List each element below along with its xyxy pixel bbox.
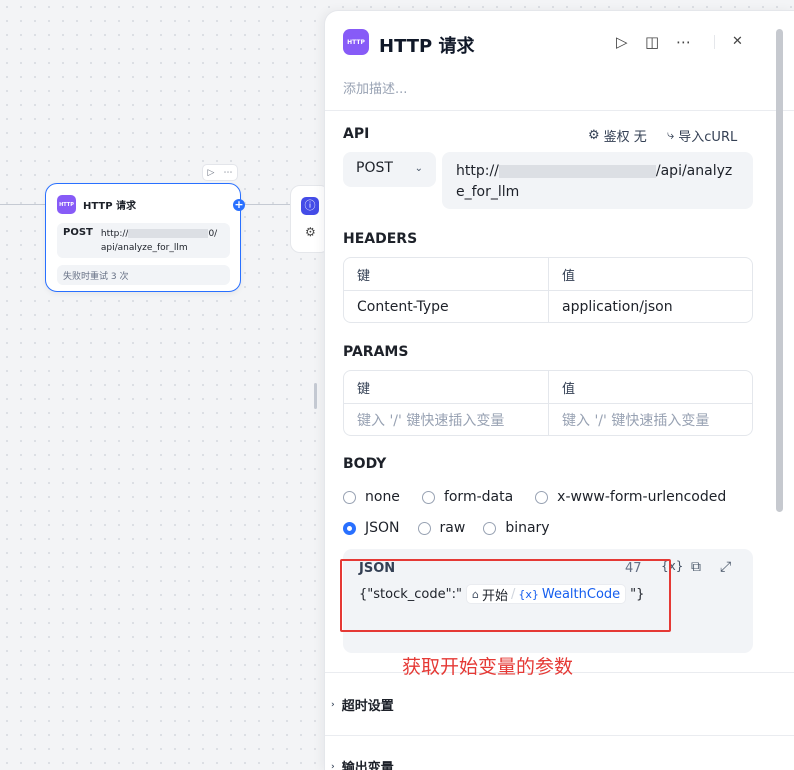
http-logo-icon: HTTP (343, 29, 369, 55)
expand-icon[interactable]: ⤢ (720, 559, 731, 575)
params-table: 键 值 键入 '/' 键快速插入变量 键入 '/' 键快速插入变量 (343, 370, 753, 436)
radio-circle (417, 521, 431, 535)
node-toolbar: ▷ ⋯ (202, 164, 238, 181)
annotation-highlight-box (340, 559, 671, 632)
settings-icon: ⚙ (305, 225, 316, 239)
http-request-node[interactable]: HTTP HTTP 请求 POST http://0/api/analyze_f… (45, 183, 241, 292)
docs-icon[interactable]: ◫ (645, 33, 659, 51)
redacted-host (498, 164, 656, 178)
chevron-right-icon: › (331, 761, 335, 770)
panel-resize-handle[interactable] (314, 383, 317, 409)
header-divider (714, 35, 715, 49)
radio-label: form-data (443, 489, 514, 505)
import-icon: ⤷ (667, 128, 675, 143)
radio-label: none (365, 489, 400, 505)
radio-label: binary (505, 520, 550, 536)
chevron-down-icon: ⌄ (414, 163, 423, 174)
table-row: Content-Type application/json (344, 290, 752, 322)
close-icon[interactable]: ✕ (732, 33, 743, 51)
panel-title[interactable]: HTTP 请求 (379, 32, 475, 58)
annotation-text: 获取开始变量的参数 (402, 656, 574, 678)
incoming-edge (0, 204, 45, 205)
output-variables-toggle[interactable]: › 输出变量 (331, 757, 394, 770)
import-label: 导入cURL (678, 130, 738, 145)
divider (325, 110, 794, 111)
header-value-input[interactable]: application/json (548, 291, 752, 322)
headers-label: HEADERS (343, 231, 418, 247)
body-type-row-2: JSON raw binary (343, 520, 550, 536)
params-label: PARAMS (343, 344, 409, 360)
timeout-settings-toggle[interactable]: › 超时设置 (331, 695, 394, 714)
url-prefix: http:// (456, 163, 499, 179)
gear-icon: ⚙ (588, 128, 600, 143)
table-header-row: 键 值 (344, 371, 752, 403)
auth-button[interactable]: ⚙ 鉴权 无 (588, 126, 647, 145)
radio-circle (483, 521, 497, 535)
import-curl-button[interactable]: ⤷ 导入cURL (667, 126, 737, 145)
body-label: BODY (343, 456, 387, 472)
node-header: HTTP HTTP 请求 (57, 195, 136, 214)
http-logo-icon: HTTP (57, 195, 76, 214)
radio-circle (535, 490, 549, 504)
param-key-input[interactable]: 键入 '/' 键快速插入变量 (344, 404, 548, 435)
info-icon: ⓘ (301, 197, 319, 215)
radio-binary[interactable]: binary (483, 520, 550, 536)
body-type-row-1: none form-data x-www-form-urlencoded (343, 489, 726, 505)
radio-circle (421, 490, 435, 504)
node-retry-info: 失败时重试 3 次 (57, 265, 230, 285)
url-input[interactable]: http:///api/analyze_for_llm (442, 152, 753, 209)
radio-label: x-www-form-urlencoded (557, 489, 727, 505)
run-icon[interactable]: ▷ (616, 33, 628, 51)
key-column-header: 键 (357, 381, 371, 397)
copy-icon[interactable]: ⧉ (691, 559, 701, 575)
radio-circle (343, 490, 356, 504)
header-key-input[interactable]: Content-Type (344, 291, 548, 322)
radio-label: JSON (365, 520, 400, 536)
node-url: http://0/api/analyze_for_llm (101, 227, 221, 254)
node-api-summary: POST http://0/api/analyze_for_llm (57, 223, 230, 258)
more-icon[interactable]: ⋯ (676, 33, 691, 51)
method-select[interactable]: POST ⌄ (343, 152, 436, 187)
redacted-host (128, 229, 209, 238)
node-method: POST (63, 227, 93, 238)
node-url-prefix: http:// (100, 229, 129, 239)
value-column-header: 值 (548, 258, 752, 290)
method-value: POST (356, 160, 393, 176)
node-more-icon[interactable]: ⋯ (223, 168, 232, 178)
output-label: 输出变量 (341, 761, 394, 770)
timeout-label: 超时设置 (341, 699, 394, 714)
table-header-row: 键 值 (344, 258, 752, 290)
api-label: API (343, 126, 370, 142)
radio-raw[interactable]: raw (417, 520, 466, 536)
auth-label: 鉴权 无 (603, 130, 647, 145)
radio-x-www-form-urlencoded[interactable]: x-www-form-urlencoded (535, 489, 726, 505)
radio-label: raw (439, 520, 466, 536)
add-node-plus-icon[interactable]: + (233, 199, 245, 211)
value-column-header: 值 (548, 371, 752, 403)
radio-form-data[interactable]: form-data (421, 489, 514, 505)
table-row: 键入 '/' 键快速插入变量 键入 '/' 键快速插入变量 (344, 403, 752, 435)
divider (325, 735, 794, 736)
param-value-input[interactable]: 键入 '/' 键快速插入变量 (548, 404, 752, 435)
radio-none[interactable]: none (343, 489, 400, 505)
key-column-header: 键 (357, 268, 371, 284)
radio-json[interactable]: JSON (343, 520, 400, 536)
scrollbar[interactable] (776, 29, 783, 512)
outgoing-edge (245, 204, 290, 205)
description-input[interactable]: 添加描述... (343, 78, 407, 97)
node-run-icon[interactable]: ▷ (208, 168, 215, 178)
node-title: HTTP 请求 (83, 201, 137, 212)
headers-table: 键 值 Content-Type application/json (343, 257, 753, 323)
radio-circle-selected (343, 521, 356, 535)
chevron-right-icon: › (331, 699, 335, 710)
